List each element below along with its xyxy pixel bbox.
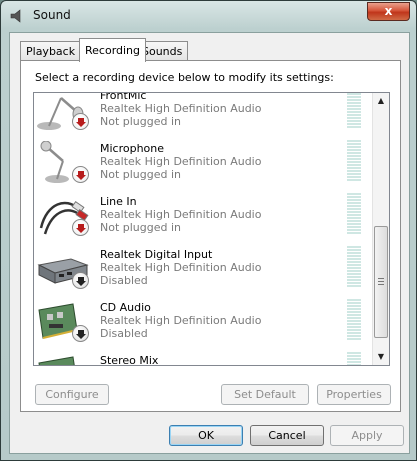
unplugged-badge-icon: [72, 113, 89, 130]
level-meter: [347, 352, 361, 365]
device-name: Stereo Mix: [100, 354, 159, 366]
device-status: Not plugged in: [100, 168, 182, 181]
instruction-text: Select a recording device below to modif…: [35, 71, 334, 84]
device-item[interactable]: Stereo Mix: [34, 348, 374, 366]
dialog-client-area: Playback Recording Sounds Select a recor…: [9, 32, 410, 454]
unplugged-badge-icon: [72, 166, 89, 183]
set-default-button[interactable]: Set Default: [221, 384, 309, 405]
sound-dialog-window: Sound x Playback Recording Sounds Select…: [0, 0, 417, 461]
configure-button[interactable]: Configure: [35, 384, 109, 405]
cancel-button[interactable]: Cancel: [250, 425, 324, 446]
scroll-thumb[interactable]: [374, 226, 388, 338]
level-meter: [347, 299, 361, 341]
device-name: CD Audio: [100, 301, 151, 314]
recording-panel: Select a recording device below to modif…: [20, 60, 401, 412]
sound-card-icon: [38, 356, 75, 365]
level-meter: [347, 193, 361, 235]
unplugged-badge-icon: [72, 219, 89, 236]
disabled-badge-icon: [72, 325, 89, 342]
tab-recording[interactable]: Recording: [79, 38, 147, 62]
level-meter: [347, 140, 361, 182]
device-list[interactable]: FrontMic Realtek High Definition Audio N…: [33, 92, 390, 366]
device-name: Microphone: [100, 142, 165, 155]
device-item[interactable]: Line In Realtek High Definition Audio No…: [34, 189, 374, 242]
device-driver: Realtek High Definition Audio: [100, 155, 262, 168]
disabled-badge-icon: [72, 272, 89, 289]
device-name: Realtek Digital Input: [100, 248, 213, 261]
vertical-scrollbar[interactable]: ▲ ▼: [372, 93, 389, 365]
device-item[interactable]: FrontMic Realtek High Definition Audio N…: [34, 92, 374, 136]
scroll-up-arrow-icon[interactable]: ▲: [373, 93, 389, 109]
properties-button[interactable]: Properties: [317, 384, 391, 405]
device-item[interactable]: Microphone Realtek High Definition Audio…: [34, 136, 374, 189]
tab-playback[interactable]: Playback: [20, 41, 82, 61]
speaker-icon: [10, 9, 21, 23]
device-driver: Realtek High Definition Audio: [100, 102, 262, 115]
apply-button[interactable]: Apply: [330, 425, 404, 446]
device-status: Disabled: [100, 327, 148, 340]
device-driver: Realtek High Definition Audio: [100, 208, 262, 221]
device-driver: Realtek High Definition Audio: [100, 314, 262, 327]
device-name: Line In: [100, 195, 137, 208]
device-item[interactable]: CD Audio Realtek High Definition Audio D…: [34, 295, 374, 348]
device-driver: Realtek High Definition Audio: [100, 261, 262, 274]
device-item[interactable]: Realtek Digital Input Realtek High Defin…: [34, 242, 374, 295]
ok-button[interactable]: OK: [169, 425, 243, 446]
level-meter: [347, 93, 361, 129]
window-title: Sound: [33, 8, 71, 22]
title-bar[interactable]: Sound x: [1, 1, 416, 31]
close-button[interactable]: x: [367, 2, 410, 21]
device-name: FrontMic: [100, 92, 147, 102]
device-status: Disabled: [100, 274, 148, 287]
level-meter: [347, 246, 361, 288]
scroll-down-arrow-icon[interactable]: ▼: [373, 349, 389, 365]
device-status: Not plugged in: [100, 221, 182, 234]
device-status: Not plugged in: [100, 115, 182, 128]
grip-icon: [378, 278, 384, 286]
